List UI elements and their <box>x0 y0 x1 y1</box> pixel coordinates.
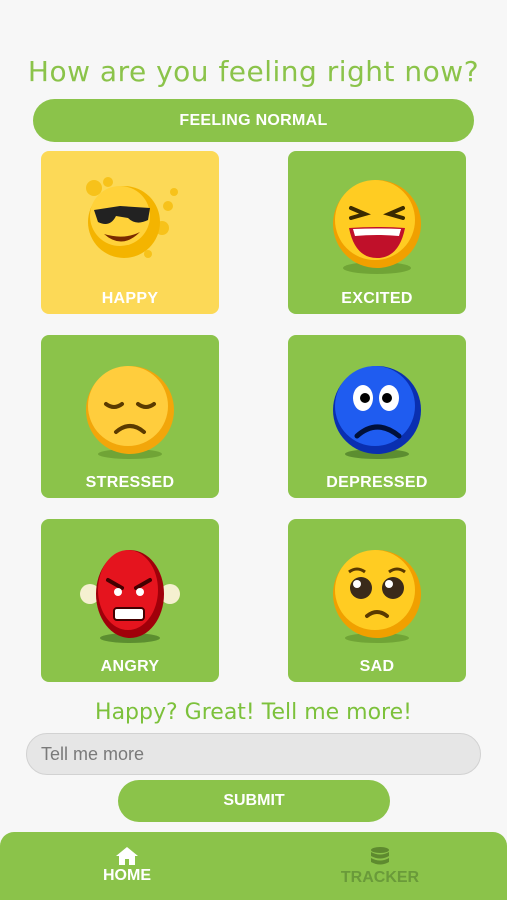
mood-label-depressed: DEPRESSED <box>326 474 428 491</box>
mood-card-excited[interactable]: EXCITED <box>288 151 466 314</box>
bottom-navigation: HOME TRACKER <box>0 832 507 900</box>
tell-me-more-input[interactable]: Tell me more <box>26 733 481 775</box>
database-icon <box>371 847 389 865</box>
nav-tracker-label: TRACKER <box>340 869 420 886</box>
nav-home[interactable]: HOME <box>67 846 187 885</box>
submit-button[interactable]: SUBMIT <box>118 780 390 822</box>
mood-card-happy[interactable]: HAPPY <box>41 151 219 314</box>
mood-label-stressed: STRESSED <box>85 474 175 491</box>
mood-card-stressed[interactable]: STRESSED <box>41 335 219 498</box>
mood-card-sad[interactable]: SAD <box>288 519 466 682</box>
nav-tracker[interactable]: TRACKER <box>320 846 440 887</box>
mood-label-excited: EXCITED <box>341 290 413 307</box>
mood-label-sad: SAD <box>359 658 395 675</box>
mood-label-angry: ANGRY <box>100 658 160 675</box>
page-title: How are you feeling right now? <box>27 55 480 88</box>
feeling-status-text: FEELING NORMAL <box>179 111 328 129</box>
sad-tired-emoji-icon <box>86 366 174 459</box>
laughing-emoji-icon <box>333 180 421 274</box>
mood-prompt: Happy? Great! Tell me more! <box>95 700 412 725</box>
happy-sunglasses-emoji-icon <box>86 177 178 258</box>
mood-label-happy: HAPPY <box>101 290 159 307</box>
submit-label: SUBMIT <box>223 792 285 809</box>
nav-home-label: HOME <box>103 867 151 884</box>
red-angry-emoji-icon <box>80 550 180 643</box>
input-placeholder: Tell me more <box>41 743 145 764</box>
mood-card-depressed[interactable]: DEPRESSED <box>288 335 466 498</box>
feeling-status-badge: FEELING NORMAL <box>33 99 474 142</box>
mood-card-angry[interactable]: ANGRY <box>41 519 219 682</box>
home-icon <box>116 847 138 865</box>
pleading-emoji-icon <box>333 550 421 643</box>
blue-worried-emoji-icon <box>333 366 421 459</box>
